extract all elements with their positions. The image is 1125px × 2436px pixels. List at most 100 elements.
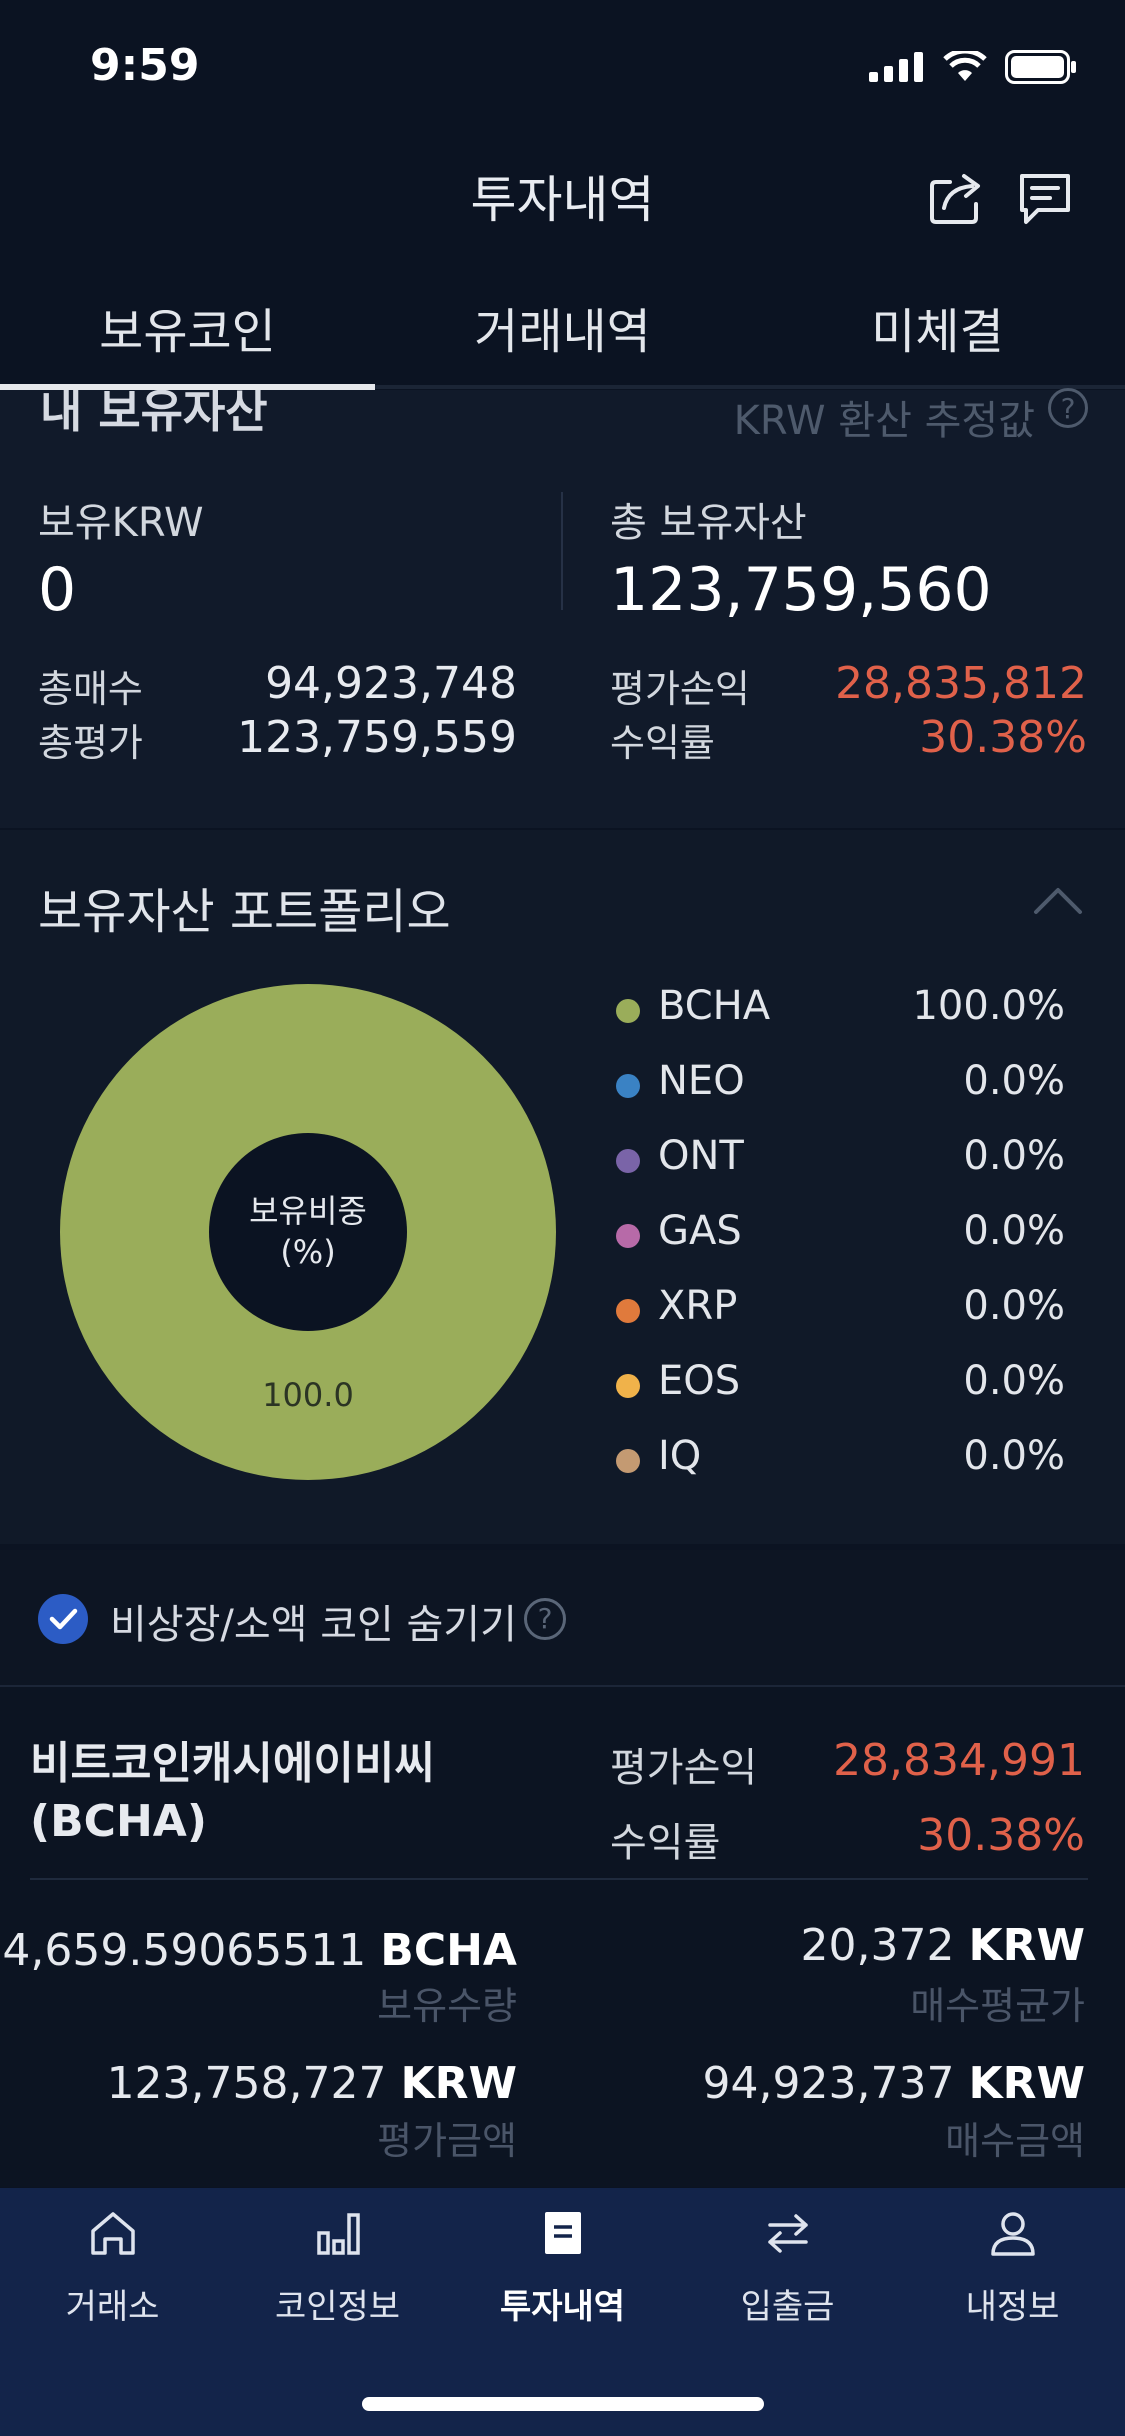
evaluation-amount-number: 123,758,727 xyxy=(106,2058,387,2109)
holding-quantity-unit: BCHA xyxy=(380,1925,517,1976)
chat-icon xyxy=(1020,174,1070,224)
holding-pl-label: 평가손익 xyxy=(610,1745,758,1791)
portfolio-legend: BCHA 100.0% NEO 0.0% ONT 0.0% GAS 0.0% XRP 0.0% EO… xyxy=(610,975,1080,1500)
chevron-up-icon xyxy=(1034,888,1082,914)
nav-label: 입출금 xyxy=(740,2287,835,2327)
cellular-signal-icon xyxy=(869,52,923,82)
holding-rate-label: 수익률 xyxy=(610,1820,721,1866)
buy-amount-label: 매수금액 xyxy=(945,2119,1085,2163)
holding-quantity: 4,659.59065511 BCHA xyxy=(2,1925,517,1976)
legend-item-ont: ONT 0.0% xyxy=(610,1125,1080,1200)
legend-item-iq: IQ 0.0% xyxy=(610,1425,1080,1500)
legend-percentage: 0.0% xyxy=(963,1208,1065,1254)
legend-percentage: 0.0% xyxy=(963,1283,1065,1329)
holding-quantity-number: 4,659.59065511 xyxy=(2,1925,367,1976)
donut-center-unit: (%) xyxy=(280,1233,335,1271)
summary-divider xyxy=(561,492,563,610)
legend-coin-name: ONT xyxy=(658,1133,744,1179)
legend-coin-name: NEO xyxy=(658,1058,745,1104)
hide-coins-label[interactable]: 비상장/소액 코인 숨기기 xyxy=(110,1592,517,1650)
wifi-icon xyxy=(943,51,987,81)
krw-balance-label: 보유KRW xyxy=(38,500,204,546)
tab-unfilled[interactable]: 미체결 xyxy=(750,292,1125,382)
active-tab-indicator xyxy=(0,384,375,390)
average-buy-price-unit: KRW xyxy=(968,1920,1085,1971)
hide-coins-checkbox[interactable] xyxy=(38,1594,88,1644)
legend-color-dot xyxy=(616,1224,640,1248)
legend-coin-name: EOS xyxy=(658,1358,741,1404)
user-icon xyxy=(990,2212,1035,2256)
help-icon[interactable]: ? xyxy=(524,1598,566,1640)
buy-amount: 94,923,737 KRW xyxy=(703,2058,1085,2109)
profit-loss-label: 평가손익 xyxy=(610,667,750,711)
share-button[interactable] xyxy=(928,170,984,226)
home-indicator xyxy=(362,2397,764,2411)
legend-color-dot xyxy=(616,999,640,1023)
average-buy-price-label: 매수평균가 xyxy=(910,1984,1085,2028)
total-buy-label: 총매수 xyxy=(38,667,143,711)
nav-label: 코인정보 xyxy=(274,2287,401,2327)
average-buy-price-number: 20,372 xyxy=(800,1920,955,1971)
buy-amount-unit: KRW xyxy=(968,2058,1085,2109)
chat-button[interactable] xyxy=(1016,170,1074,228)
legend-item-eos: EOS 0.0% xyxy=(610,1350,1080,1425)
buy-amount-number: 94,923,737 xyxy=(702,2058,955,2109)
average-buy-price: 20,372 KRW xyxy=(801,1920,1085,1971)
krw-balance-value: 0 xyxy=(38,555,77,625)
nav-investment-history[interactable]: 투자내역 xyxy=(450,2205,675,2328)
legend-percentage: 0.0% xyxy=(963,1433,1065,1479)
tab-holdings[interactable]: 보유코인 xyxy=(0,292,375,382)
legend-item-xrp: XRP 0.0% xyxy=(610,1275,1080,1350)
donut-slice-label: 100.0 xyxy=(262,1376,354,1414)
nav-label: 내정보 xyxy=(965,2287,1060,2327)
profit-loss-value: 28,835,812 xyxy=(835,658,1087,709)
holding-rate-value: 30.38% xyxy=(917,1810,1085,1861)
nav-label: 거래소 xyxy=(65,2287,160,2327)
legend-coin-name: GAS xyxy=(658,1208,742,1254)
portfolio-donut-chart: 보유비중 (%) 100.0 xyxy=(60,984,556,1480)
return-rate-value: 30.38% xyxy=(919,712,1087,763)
legend-item-neo: NEO 0.0% xyxy=(610,1050,1080,1125)
document-icon xyxy=(544,2212,581,2254)
legend-color-dot xyxy=(616,1374,640,1398)
donut-hole xyxy=(209,1133,407,1331)
nav-coin-info[interactable]: 코인정보 xyxy=(225,2205,450,2328)
legend-color-dot xyxy=(616,1149,640,1173)
status-icons xyxy=(869,50,1077,84)
total-buy-value: 94,923,748 xyxy=(265,658,517,709)
coin-symbol: (BCHA) xyxy=(30,1796,207,1847)
legend-coin-name: XRP xyxy=(658,1283,738,1329)
nav-label: 투자내역 xyxy=(499,2287,626,2327)
holding-quantity-label: 보유수량 xyxy=(377,1984,517,2028)
total-eval-label: 총평가 xyxy=(38,721,143,765)
nav-exchange[interactable]: 거래소 xyxy=(0,2205,225,2328)
tab-trade-history[interactable]: 거래내역 xyxy=(375,292,750,382)
legend-item-gas: GAS 0.0% xyxy=(610,1200,1080,1275)
help-icon[interactable]: ? xyxy=(1048,388,1088,428)
transfer-icon xyxy=(767,2214,808,2253)
legend-color-dot xyxy=(616,1074,640,1098)
bar-chart-icon xyxy=(316,2213,360,2255)
home-icon xyxy=(90,2212,135,2255)
collapse-button[interactable] xyxy=(1028,880,1088,920)
evaluation-amount-unit: KRW xyxy=(400,2058,517,2109)
legend-percentage: 100.0% xyxy=(912,983,1065,1029)
evaluation-amount-label: 평가금액 xyxy=(377,2119,517,2163)
total-assets-label: 총 보유자산 xyxy=(610,500,807,546)
battery-icon xyxy=(1005,50,1076,84)
divider xyxy=(30,1878,1088,1880)
donut-center-label: 보유비중 xyxy=(249,1192,367,1230)
legend-coin-name: BCHA xyxy=(658,983,771,1029)
evaluation-amount: 123,758,727 KRW xyxy=(107,2058,517,2109)
return-rate-label: 수익률 xyxy=(610,721,715,765)
legend-coin-name: IQ xyxy=(658,1433,702,1479)
legend-percentage: 0.0% xyxy=(963,1133,1065,1179)
share-icon xyxy=(930,174,980,224)
nav-deposit-withdraw[interactable]: 입출금 xyxy=(675,2205,900,2328)
legend-item-bcha: BCHA 100.0% xyxy=(610,975,1080,1050)
legend-color-dot xyxy=(616,1449,640,1473)
coin-name-korean: 비트코인캐시에이비씨 xyxy=(30,1738,435,1789)
legend-percentage: 0.0% xyxy=(963,1058,1065,1104)
holding-pl-value: 28,834,991 xyxy=(833,1735,1085,1786)
nav-my-info[interactable]: 내정보 xyxy=(900,2205,1125,2328)
